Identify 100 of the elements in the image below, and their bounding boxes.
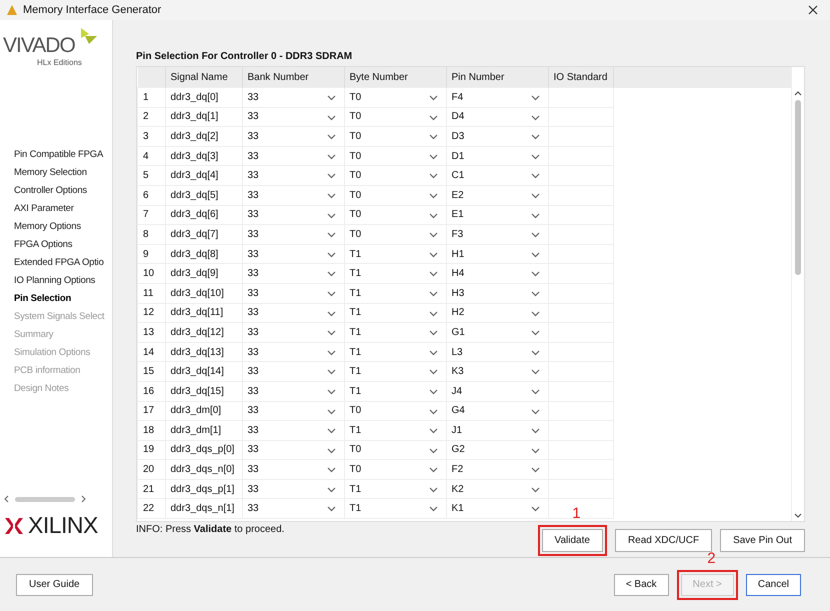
table-cell: ddr3_dqs_p[0] (165, 440, 242, 460)
dropdown[interactable]: G4 (446, 401, 548, 421)
row-number: 14 (138, 342, 165, 362)
chevron-down-icon (326, 310, 336, 317)
dropdown[interactable]: 33 (242, 342, 344, 362)
dropdown[interactable]: F2 (446, 460, 548, 480)
dropdown[interactable]: 33 (242, 264, 344, 284)
dropdown[interactable]: T1 (344, 498, 446, 519)
row-number: 9 (138, 244, 165, 264)
dropdown[interactable]: T0 (344, 401, 446, 421)
dropdown[interactable]: 33 (242, 303, 344, 323)
sidebar-item[interactable]: Extended FPGA Optio (14, 254, 112, 272)
dropdown[interactable]: K1 (446, 498, 548, 519)
dropdown[interactable]: D1 (446, 146, 548, 166)
chevron-down-icon (428, 428, 438, 434)
dropdown[interactable]: 33 (242, 381, 344, 401)
dropdown[interactable]: T1 (344, 381, 446, 401)
dropdown[interactable]: D4 (446, 107, 548, 127)
dropdown[interactable]: T0 (344, 224, 446, 244)
action-button[interactable]: Validate (542, 529, 603, 552)
dropdown[interactable]: T0 (344, 460, 446, 480)
dropdown[interactable]: T0 (344, 146, 446, 166)
sidebar-item[interactable]: FPGA Options (14, 236, 112, 254)
chevron-down-icon (530, 271, 540, 278)
dropdown[interactable]: T1 (344, 264, 446, 284)
sidebar-item[interactable]: Controller Options (14, 182, 112, 200)
dropdown[interactable]: T0 (344, 205, 446, 225)
chevron-down-icon (428, 252, 438, 258)
dropdown[interactable]: 33 (242, 401, 344, 421)
dropdown[interactable]: 33 (242, 205, 344, 225)
dropdown[interactable]: 33 (242, 460, 344, 480)
dropdown[interactable]: 33 (242, 322, 344, 342)
dropdown[interactable]: T1 (344, 479, 446, 499)
dropdown[interactable]: 33 (242, 166, 344, 186)
dropdown[interactable]: T1 (344, 362, 446, 382)
chevron-down-icon (530, 192, 540, 199)
dropdown[interactable]: 33 (242, 185, 344, 206)
nav-button[interactable]: Cancel (746, 574, 801, 596)
user-guide-button[interactable]: User Guide (16, 574, 93, 596)
row-number: 20 (138, 460, 165, 480)
action-button[interactable]: Read XDC/UCF (614, 529, 712, 552)
chevron-down-icon (428, 232, 438, 238)
dropdown[interactable]: H3 (446, 283, 548, 304)
dropdown[interactable]: F4 (446, 88, 548, 108)
dropdown[interactable]: K2 (446, 479, 548, 499)
dropdown[interactable]: J4 (446, 381, 548, 401)
sidebar-item[interactable]: Memory Options (14, 218, 112, 236)
chevron-down-icon (326, 448, 336, 454)
dropdown[interactable]: T0 (344, 166, 446, 186)
nav-button[interactable]: < Back (614, 574, 669, 596)
sidebar-item[interactable]: AXI Parameter (14, 200, 112, 218)
dropdown[interactable]: H1 (446, 244, 548, 264)
dropdown[interactable]: E2 (446, 185, 548, 206)
dropdown[interactable]: 33 (242, 362, 344, 382)
dropdown[interactable]: T0 (344, 126, 446, 146)
dropdown[interactable]: T1 (344, 420, 446, 440)
dropdown[interactable]: G1 (446, 322, 548, 342)
dropdown[interactable]: T0 (344, 440, 446, 460)
chevron-down-icon (530, 448, 540, 454)
dropdown[interactable]: T0 (344, 185, 446, 206)
dropdown[interactable]: T1 (344, 303, 446, 323)
dropdown[interactable]: D3 (446, 126, 548, 146)
dropdown[interactable]: T0 (344, 88, 446, 108)
dropdown[interactable]: 33 (242, 479, 344, 499)
dropdown[interactable]: T0 (344, 107, 446, 127)
dropdown[interactable]: 33 (242, 283, 344, 304)
dropdown[interactable]: 33 (242, 440, 344, 460)
chevron-down-icon (428, 114, 438, 121)
dropdown[interactable]: 33 (242, 498, 344, 519)
sidebar-item[interactable]: Memory Selection (14, 164, 112, 182)
chevron-down-icon (428, 212, 438, 219)
dropdown[interactable]: 33 (242, 107, 344, 127)
dropdown[interactable]: 33 (242, 244, 344, 264)
dropdown[interactable]: L3 (446, 342, 548, 362)
sidebar-item[interactable]: Pin Compatible FPGA (14, 146, 112, 164)
sidebar-item[interactable]: Pin Selection (14, 290, 112, 308)
dropdown[interactable]: 33 (242, 126, 344, 146)
dropdown[interactable]: 33 (242, 146, 344, 166)
dropdown[interactable]: E1 (446, 205, 548, 225)
chevron-left-icon[interactable] (4, 495, 9, 503)
dropdown[interactable]: T1 (344, 244, 446, 264)
chevron-right-icon[interactable] (81, 495, 86, 503)
action-button[interactable]: Save Pin Out (720, 529, 805, 552)
dropdown[interactable]: F3 (446, 224, 548, 244)
dropdown[interactable]: G2 (446, 440, 548, 460)
dropdown[interactable]: 33 (242, 224, 344, 244)
dropdown[interactable]: J1 (446, 420, 548, 440)
dropdown[interactable]: C1 (446, 166, 548, 186)
dropdown[interactable]: K3 (446, 362, 548, 382)
dropdown[interactable]: T1 (344, 322, 446, 342)
dropdown[interactable]: H2 (446, 303, 548, 323)
sidebar-item[interactable]: IO Planning Options (14, 272, 112, 290)
chevron-down-icon[interactable] (794, 513, 802, 518)
chevron-up-icon[interactable] (794, 91, 802, 96)
dropdown[interactable]: H4 (446, 264, 548, 284)
scrollbar[interactable] (791, 67, 804, 521)
dropdown[interactable]: T1 (344, 283, 446, 304)
dropdown[interactable]: 33 (242, 88, 344, 108)
dropdown[interactable]: 33 (242, 420, 344, 440)
dropdown[interactable]: T1 (344, 342, 446, 362)
